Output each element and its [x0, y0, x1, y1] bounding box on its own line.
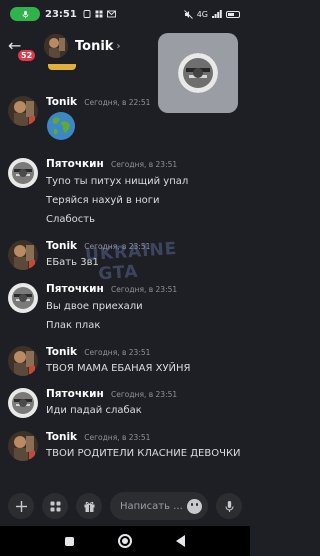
message-text: ТВОЯ МАМА ЕБАНАЯ ХУЙНЯ — [46, 363, 191, 374]
avatar[interactable] — [8, 240, 38, 270]
gift-button[interactable] — [76, 493, 102, 519]
message-text: Вы двое приехали — [46, 301, 143, 312]
message-text: Иди падай слабак — [46, 405, 142, 416]
back-button[interactable]: ← 52 — [8, 35, 38, 63]
previous-attachment-peek — [48, 64, 76, 70]
message-input[interactable]: Написать ... — [110, 492, 208, 520]
voice-message-button[interactable] — [216, 493, 242, 519]
message-timestamp: Сегодня, в 23:51 — [84, 433, 151, 442]
message-text: Тупо ты питух нищий упал — [46, 176, 189, 187]
apps-button[interactable] — [42, 493, 68, 519]
chevron-right-icon[interactable]: › — [116, 41, 120, 52]
message-text: Теряйся нахуй в ноги — [46, 195, 160, 206]
back-triangle-icon[interactable] — [176, 535, 185, 547]
composer-bar: Написать ... — [0, 488, 250, 524]
avatar[interactable] — [8, 346, 38, 376]
avatar[interactable] — [8, 431, 38, 461]
plus-icon — [15, 500, 27, 512]
avatar[interactable] — [44, 34, 68, 58]
apps-icon — [50, 501, 60, 511]
message-author[interactable]: Tonik — [46, 96, 77, 108]
watermark-logo: UKRAINE GTA — [84, 238, 178, 285]
channel-title[interactable]: Tonik — [75, 39, 113, 54]
globe-emoji-icon[interactable] — [46, 111, 76, 141]
message-author[interactable]: Tonik — [46, 240, 77, 252]
avatar[interactable] — [8, 388, 38, 418]
avatar[interactable] — [8, 96, 38, 126]
message-text: Плак плак — [46, 320, 101, 331]
message-author[interactable]: Пяточкин — [46, 158, 104, 170]
recents-icon[interactable] — [65, 536, 74, 546]
message-author[interactable]: Tonik — [46, 431, 77, 443]
avatar[interactable] — [8, 283, 38, 313]
message-timestamp: Сегодня, в 22:51 — [84, 98, 151, 107]
system-nav-bar — [0, 526, 250, 556]
home-icon[interactable] — [118, 534, 132, 548]
unread-badge: 52 — [16, 48, 38, 63]
message-timestamp: Сегодня, в 23:51 — [110, 390, 178, 399]
avatar[interactable] — [8, 158, 38, 188]
microphone-icon — [225, 500, 233, 512]
gift-icon — [84, 501, 94, 512]
message-author[interactable]: Пяточкин — [46, 388, 104, 400]
add-attachment-button[interactable] — [8, 493, 34, 519]
emoji-icon[interactable] — [187, 498, 202, 514]
message-timestamp: Сегодня, в 23:51 — [84, 348, 151, 357]
message-text: ТВОИ РОДИТЕЛИ КЛАСНИЕ ДЕВОЧКИ — [46, 448, 241, 459]
avatar — [178, 53, 218, 93]
message-author[interactable]: Tonik — [46, 346, 77, 358]
message-timestamp: Сегодня, в 23:51 — [110, 160, 178, 169]
video-call-tile[interactable] — [158, 33, 238, 113]
message-input-placeholder: Написать ... — [120, 500, 183, 512]
message-text: Слабость — [46, 214, 96, 225]
